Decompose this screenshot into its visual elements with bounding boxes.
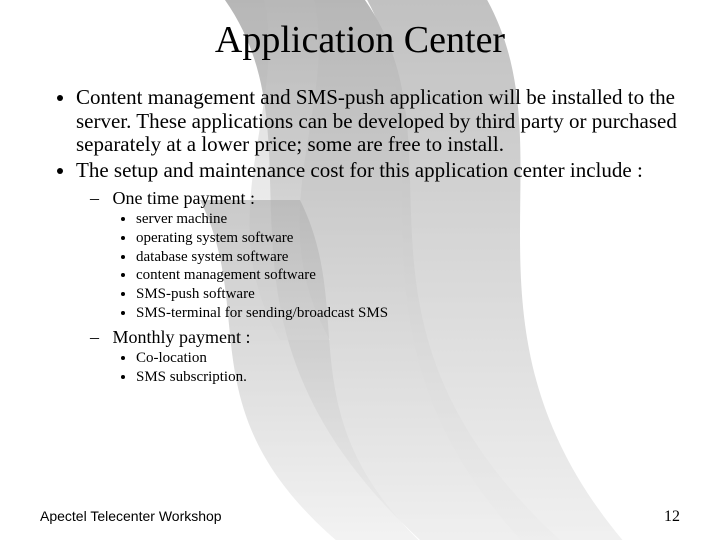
bullet-list: Content management and SMS-push applicat… — [54, 86, 680, 386]
detail-item: operating system software — [136, 229, 680, 248]
sub-item: One time payment : server machine operat… — [90, 188, 680, 323]
detail-item: content management software — [136, 266, 680, 285]
footer-text: Apectel Telecenter Workshop — [40, 508, 222, 524]
slide: Application Center Content management an… — [0, 0, 720, 540]
detail-list: Co-location SMS subscription. — [118, 349, 680, 387]
slide-title: Application Center — [40, 18, 680, 62]
page-number: 12 — [664, 508, 680, 526]
sub-item: Monthly payment : Co-location SMS subscr… — [90, 327, 680, 387]
detail-item: database system software — [136, 248, 680, 267]
detail-item: Co-location — [136, 349, 680, 368]
detail-item: SMS-terminal for sending/broadcast SMS — [136, 304, 680, 323]
detail-list: server machine operating system software… — [118, 210, 680, 323]
bullet-item: Content management and SMS-push applicat… — [76, 86, 680, 157]
sub-item-label: Monthly payment : — [113, 327, 251, 347]
bullet-text: The setup and maintenance cost for this … — [76, 158, 643, 182]
detail-item: SMS subscription. — [136, 368, 680, 387]
detail-item: server machine — [136, 210, 680, 229]
footer: Apectel Telecenter Workshop 12 — [40, 508, 680, 526]
sub-item-label: One time payment : — [113, 188, 255, 208]
sub-list: One time payment : server machine operat… — [78, 188, 680, 386]
bullet-item: The setup and maintenance cost for this … — [76, 159, 680, 387]
detail-item: SMS-push software — [136, 285, 680, 304]
